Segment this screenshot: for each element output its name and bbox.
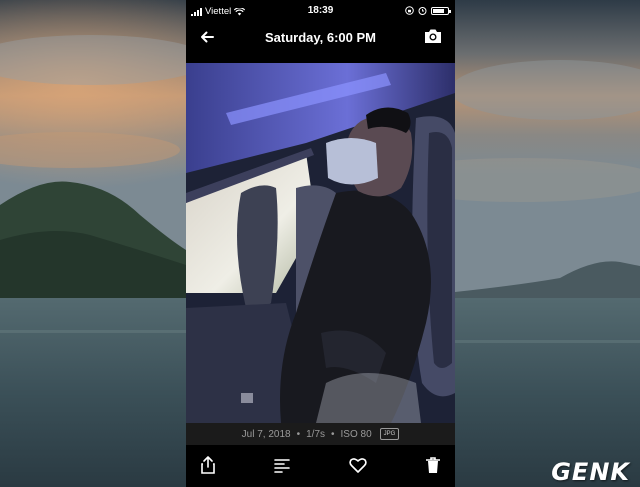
photo-viewer-image[interactable] bbox=[186, 63, 455, 423]
nav-bar: Saturday, 6:00 PM bbox=[186, 22, 455, 52]
photo-metadata-bar: Jul 7, 2018 • 1/7s • ISO 80 JPG bbox=[186, 423, 455, 445]
share-icon[interactable] bbox=[198, 455, 218, 475]
status-bar: Viettel 18:39 bbox=[186, 0, 455, 22]
watermark-text: GENK bbox=[551, 458, 630, 486]
rotation-lock-icon bbox=[405, 6, 414, 15]
iso-value: ISO 80 bbox=[340, 428, 372, 440]
alarm-icon bbox=[418, 7, 427, 15]
battery-icon bbox=[431, 6, 451, 15]
photo-date: Jul 7, 2018 bbox=[241, 428, 291, 440]
separator-dot: • bbox=[331, 428, 335, 440]
genk-watermark-logo: GENK bbox=[551, 458, 630, 486]
phone-screen: Viettel 18:39 Saturday, 6:00 PM Jul 7, 2… bbox=[186, 0, 455, 487]
shutter-speed: 1/7s bbox=[306, 428, 326, 440]
bottom-toolbar bbox=[186, 445, 455, 487]
status-icons bbox=[405, 6, 451, 15]
camera-icon[interactable] bbox=[423, 27, 443, 45]
delete-icon[interactable] bbox=[423, 455, 443, 475]
photo-date-title: Saturday, 6:00 PM bbox=[264, 30, 377, 45]
file-format-badge: JPG bbox=[379, 428, 400, 440]
separator-dot: • bbox=[296, 428, 301, 440]
favorite-icon[interactable] bbox=[348, 455, 368, 475]
details-icon[interactable] bbox=[272, 455, 292, 475]
